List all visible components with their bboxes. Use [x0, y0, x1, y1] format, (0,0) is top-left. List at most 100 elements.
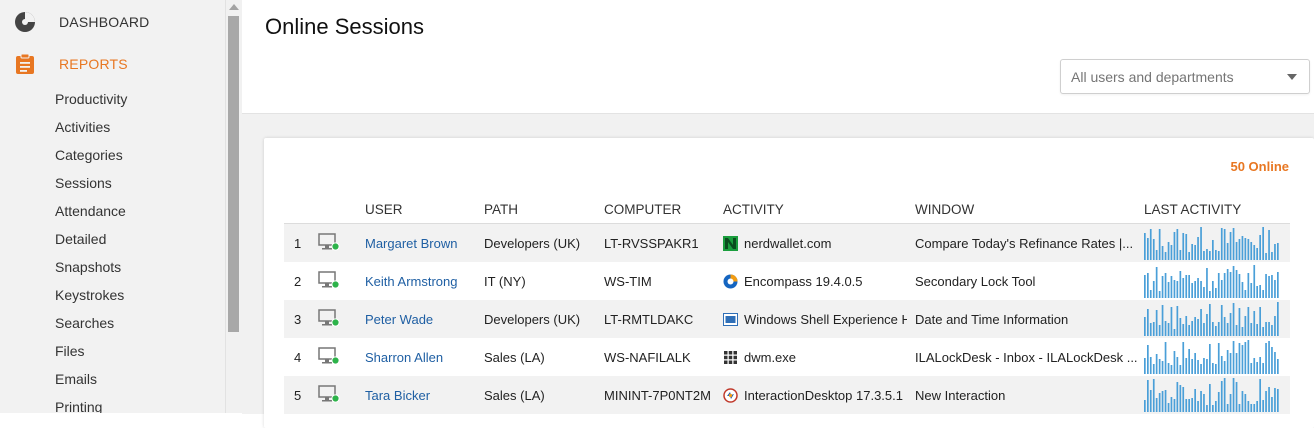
sparkline-bar: [1217, 273, 1220, 298]
path-cell: IT (NY): [484, 273, 526, 289]
sparkline-bar: [1212, 405, 1214, 412]
sparkline-bar: [1226, 269, 1229, 298]
sparkline-bar: [1191, 321, 1193, 336]
table-row[interactable]: 3 Peter Wade Developers (UK) LT-RMTLDAKC…: [284, 300, 1290, 338]
sparkline-bar: [1247, 273, 1250, 298]
sparkline-bar: [1265, 274, 1267, 298]
user-link[interactable]: Sharron Allen: [365, 350, 443, 365]
sparkline-bar: [1147, 380, 1149, 412]
sparkline-bar: [1250, 283, 1253, 298]
sparkline-bar: [1167, 282, 1170, 298]
user-link[interactable]: Keith Armstrong: [365, 274, 458, 289]
chevron-down-icon: [1287, 74, 1297, 80]
sparkline-bar: [1265, 343, 1267, 374]
sparkline-bar: [1226, 404, 1229, 412]
computer-cell: WS-NAFILALK: [604, 349, 691, 365]
sparkline-bar: [1152, 281, 1155, 298]
sparkline-bar: [1215, 326, 1217, 336]
department-filter-select[interactable]: All users and departments: [1060, 59, 1310, 94]
computer-online-icon: [318, 346, 340, 365]
sparkline-bar: [1182, 278, 1185, 298]
sparkline-bar: [1259, 379, 1261, 412]
col-header-window[interactable]: WINDOW: [915, 195, 1144, 224]
sparkline-bar: [1229, 272, 1232, 298]
col-header-status: [318, 195, 365, 224]
path-cell: Sales (LA): [484, 349, 545, 365]
sparkline-bar: [1238, 343, 1241, 374]
table-row[interactable]: 2 Keith Armstrong IT (NY) WS-TIM Encompa…: [284, 262, 1290, 300]
user-link[interactable]: Margaret Brown: [365, 236, 457, 251]
sidebar-item-sessions[interactable]: Sessions: [55, 170, 127, 198]
table-row[interactable]: 5 Tara Bicker Sales (LA) MININT-7P0NT2M …: [284, 376, 1290, 414]
sparkline-bar: [1191, 359, 1193, 374]
window-title: Date and Time Information: [915, 311, 1069, 327]
sparkline-bar: [1155, 250, 1158, 260]
sparkline-bar: [1250, 363, 1253, 374]
activity-name: Windows Shell Experience H: [744, 311, 907, 327]
sparkline-bar: [1155, 267, 1158, 298]
scroll-up-arrow-icon[interactable]: [229, 4, 239, 10]
sidebar-scrollbar[interactable]: [225, 0, 242, 413]
sparkline-bar: [1259, 357, 1261, 374]
sidebar-item-files[interactable]: Files: [55, 338, 127, 366]
sidebar-item-categories[interactable]: Categories: [55, 142, 127, 170]
table-row[interactable]: 1 Margaret Brown Developers (UK) LT-RVSS…: [284, 223, 1290, 262]
sparkline-bar: [1220, 381, 1223, 412]
sparkline-bar: [1200, 227, 1202, 260]
sparkline-bar: [1209, 291, 1211, 298]
clipboard-icon: [14, 53, 36, 75]
sidebar-item-attendance[interactable]: Attendance: [55, 198, 127, 226]
sparkline-bar: [1197, 401, 1199, 412]
sparkline-bar: [1262, 400, 1264, 412]
activity-name: InteractionDesktop 17.3.5.1: [744, 387, 903, 403]
sparkline-bar: [1149, 323, 1152, 336]
sparkline-bar: [1194, 389, 1196, 412]
user-link[interactable]: Peter Wade: [365, 312, 433, 327]
user-link[interactable]: Tara Bicker: [365, 388, 430, 403]
sparkline-bar: [1253, 245, 1256, 260]
sparkline-bar: [1265, 322, 1267, 336]
sparkline-bar: [1229, 394, 1232, 412]
sparkline-bar: [1173, 280, 1176, 298]
sidebar-item-emails[interactable]: Emails: [55, 366, 127, 394]
sparkline-bar: [1226, 323, 1229, 336]
sparkline-bar: [1155, 310, 1158, 336]
sidebar-item-activities[interactable]: Activities: [55, 114, 127, 142]
sparkline-bar: [1262, 227, 1264, 260]
sparkline-bar: [1241, 345, 1244, 374]
sidebar-item-keystrokes[interactable]: Keystrokes: [55, 282, 127, 310]
sparkline-bar: [1185, 275, 1188, 298]
sidebar-item-snapshots[interactable]: Snapshots: [55, 254, 127, 282]
col-header-user[interactable]: USER: [365, 195, 484, 224]
sidebar-reports-label: REPORTS: [59, 56, 128, 72]
sparkline-bar: [1179, 271, 1182, 298]
sparkline-bar: [1238, 239, 1241, 260]
sidebar-item-printing[interactable]: Printing: [55, 394, 127, 413]
sparkline-bar: [1244, 316, 1247, 336]
sidebar-item-detailed[interactable]: Detailed: [55, 226, 127, 254]
sparkline-bar: [1220, 228, 1223, 260]
sidebar-item-reports[interactable]: REPORTS: [0, 45, 225, 83]
table-row[interactable]: 4 Sharron Allen Sales (LA) WS-NAFILALK d…: [284, 338, 1290, 376]
sparkline-bar: [1247, 401, 1250, 412]
col-header-path[interactable]: PATH: [484, 195, 604, 224]
sparkline-bar: [1188, 325, 1190, 336]
sparkline-bar: [1182, 233, 1185, 260]
sparkline-bar: [1244, 238, 1247, 260]
sidebar-item-searches[interactable]: Searches: [55, 310, 127, 338]
sparkline-bar: [1149, 357, 1152, 374]
row-number: 3: [284, 300, 318, 338]
sidebar-item-productivity[interactable]: Productivity: [55, 86, 127, 114]
activity-name: Encompass 19.4.0.5: [744, 273, 863, 289]
sparkline-bar: [1238, 274, 1241, 298]
sidebar-item-dashboard[interactable]: DASHBOARD: [0, 3, 225, 41]
sparkline-bar: [1176, 281, 1179, 298]
sparkline-bar: [1170, 397, 1173, 412]
col-header-last-activity[interactable]: LAST ACTIVITY: [1144, 195, 1290, 224]
sparkline-bar: [1229, 313, 1232, 336]
scrollbar-thumb[interactable]: [228, 16, 239, 332]
col-header-computer[interactable]: COMPUTER: [604, 195, 723, 224]
col-header-activity[interactable]: ACTIVITY: [723, 195, 915, 224]
sparkline-bar: [1265, 253, 1267, 260]
sparkline-bar: [1194, 317, 1196, 336]
